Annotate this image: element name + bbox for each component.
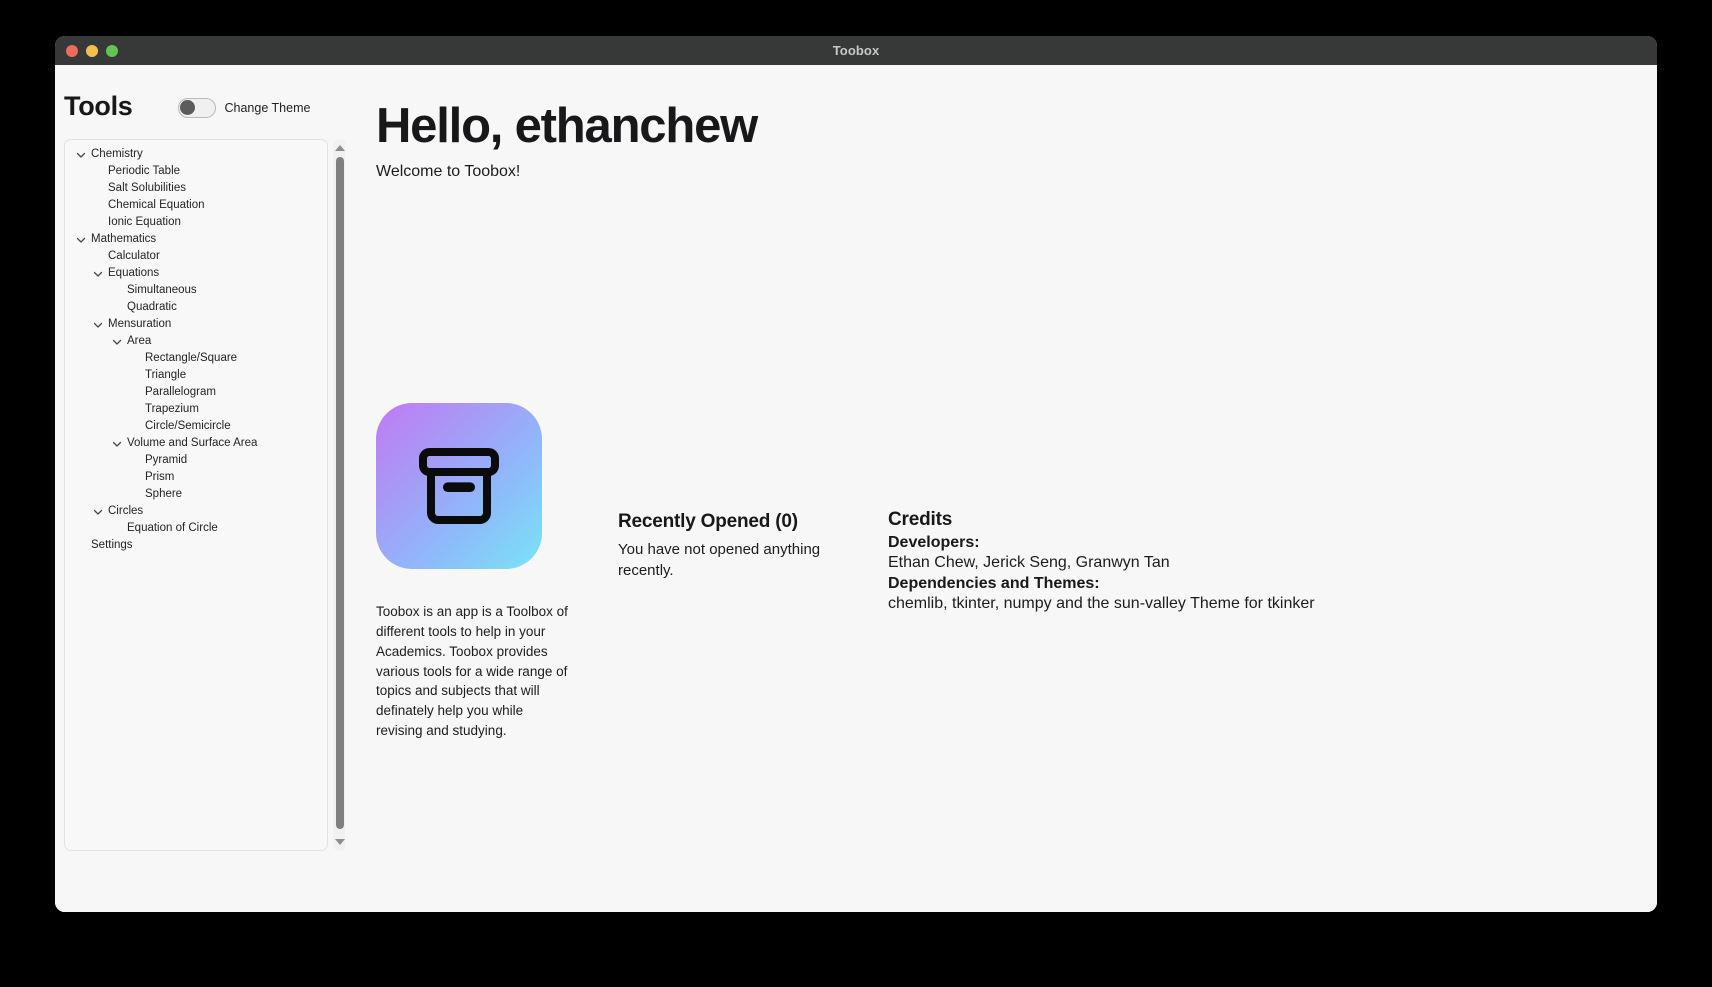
window-title: Toobox: [832, 43, 880, 58]
theme-toggle-group: Change Theme: [177, 97, 311, 118]
tree-item-salt-solubilities[interactable]: Salt Solubilities: [65, 180, 327, 197]
tree-item-prism[interactable]: Prism: [65, 469, 327, 486]
recently-opened-empty-message: You have not opened anything recently.: [618, 541, 821, 580]
tree-item-circle-semicircle[interactable]: Circle/Semicircle: [65, 418, 327, 435]
credits-section: Credits Developers: Ethan Chew, Jerick S…: [888, 403, 1315, 613]
tree-item-simultaneous[interactable]: Simultaneous: [65, 282, 327, 299]
tools-tree: Chemistry Periodic Table Salt Solubilities…: [65, 140, 327, 554]
tree-item-label: Sphere: [145, 487, 183, 500]
app-window: Toobox Tools Change Theme Chemistry Perio…: [55, 36, 1657, 912]
tree-item-equation-of-circle[interactable]: Equation of Circle: [65, 520, 327, 537]
chevron-down-icon[interactable]: [111, 438, 123, 450]
tree-item-mensuration[interactable]: Mensuration: [65, 316, 327, 333]
sidebar: Tools Change Theme Chemistry Periodic Tab…: [55, 65, 347, 912]
tree-item-quadratic[interactable]: Quadratic: [65, 299, 327, 316]
tree-item-triangle[interactable]: Triangle: [65, 367, 327, 384]
tree-item-label: Mathematics: [91, 232, 157, 245]
tree-item-volume-and-surface-area[interactable]: Volume and Surface Area: [65, 435, 327, 452]
sidebar-header: Tools Change Theme: [55, 65, 345, 125]
tree-item-equations[interactable]: Equations: [65, 265, 327, 282]
maximize-window-button[interactable]: [106, 44, 118, 57]
scrollbar-thumb[interactable]: [336, 157, 344, 829]
tree-item-label: Circles: [108, 504, 144, 517]
tree-item-label: Mensuration: [108, 317, 172, 330]
traffic-light-controls: [66, 36, 118, 65]
chevron-down-icon[interactable]: [75, 234, 87, 246]
tree-item-settings[interactable]: Settings: [65, 537, 327, 554]
tree-item-label: Trapezium: [145, 402, 199, 415]
chevron-down-icon[interactable]: [111, 336, 123, 348]
tree-item-label: Volume and Surface Area: [127, 436, 258, 449]
sidebar-title: Tools: [64, 90, 133, 121]
triangle-down-icon[interactable]: [335, 839, 345, 845]
tree-item-label: Quadratic: [127, 300, 177, 313]
tree-item-label: Rectangle/Square: [145, 351, 238, 364]
welcome-subtitle: Welcome to Toobox!: [376, 162, 521, 180]
tree-item-label: Chemical Equation: [108, 198, 205, 211]
dependencies-label: Dependencies and Themes:: [888, 575, 1100, 592]
recently-opened-title: Recently Opened (0): [618, 511, 798, 532]
minimize-window-button[interactable]: [86, 44, 98, 57]
tree-item-chemical-equation[interactable]: Chemical Equation: [65, 197, 327, 214]
about-section: Toobox is an app is a Toolbox of differe…: [376, 403, 576, 741]
tree-item-label: Area: [127, 334, 152, 347]
tree-item-ionic-equation[interactable]: Ionic Equation: [65, 214, 327, 231]
recently-opened-section: Recently Opened (0) You have not opened …: [618, 403, 833, 582]
tree-item-parallelogram[interactable]: Parallelogram: [65, 384, 327, 401]
credits-title: Credits: [888, 509, 953, 530]
tree-item-label: Salt Solubilities: [108, 181, 186, 194]
developers-label: Developers:: [888, 534, 980, 551]
tree-item-label: Chemistry: [91, 147, 143, 160]
tree-item-label: Equations: [108, 266, 160, 279]
about-description: Toobox is an app is a Toolbox of differe…: [376, 604, 568, 739]
toggle-knob: [179, 99, 195, 115]
developers-value: Ethan Chew, Jerick Seng, Granwyn Tan: [888, 554, 1170, 571]
content-panels: Toobox is an app is a Toolbox of differe…: [376, 403, 1637, 741]
chevron-down-icon[interactable]: [92, 506, 104, 518]
tree-item-label: Simultaneous: [127, 283, 197, 296]
page-title: Hello, ethanchew: [376, 99, 758, 153]
tree-item-sphere[interactable]: Sphere: [65, 486, 327, 503]
tree-item-rectangle-square[interactable]: Rectangle/Square: [65, 350, 327, 367]
window-titlebar: Toobox: [55, 36, 1657, 65]
tree-item-chemistry[interactable]: Chemistry: [65, 146, 327, 163]
chevron-down-icon[interactable]: [92, 268, 104, 280]
tree-item-label: Periodic Table: [108, 164, 181, 177]
change-theme-label: Change Theme: [224, 100, 311, 115]
archive-box-icon: [376, 403, 542, 569]
tree-item-label: Triangle: [145, 368, 187, 381]
tree-item-trapezium[interactable]: Trapezium: [65, 401, 327, 418]
tree-item-calculator[interactable]: Calculator: [65, 248, 327, 265]
window-body: Tools Change Theme Chemistry Periodic Tab…: [55, 65, 1657, 912]
chevron-down-icon[interactable]: [92, 319, 104, 331]
tree-item-mathematics[interactable]: Mathematics: [65, 231, 327, 248]
tree-item-periodic-table[interactable]: Periodic Table: [65, 163, 327, 180]
tree-item-label: Prism: [145, 470, 175, 483]
dependencies-value: chemlib, tkinter, numpy and the sun-vall…: [888, 595, 1315, 612]
tree-item-area[interactable]: Area: [65, 333, 327, 350]
tree-item-label: Equation of Circle: [127, 521, 218, 534]
change-theme-toggle[interactable]: [177, 97, 216, 118]
triangle-up-icon[interactable]: [335, 145, 345, 151]
chevron-down-icon[interactable]: [75, 149, 87, 161]
main-content: Hello, ethanchew Welcome to Toobox! Toob…: [345, 65, 1657, 912]
tools-tree-panel: Chemistry Periodic Table Salt Solubilities…: [64, 139, 328, 851]
close-window-button[interactable]: [66, 44, 78, 57]
tree-item-circles[interactable]: Circles: [65, 503, 327, 520]
tree-item-pyramid[interactable]: Pyramid: [65, 452, 327, 469]
tree-item-label: Settings: [91, 538, 133, 551]
tree-item-label: Parallelogram: [145, 385, 216, 398]
tree-item-label: Calculator: [108, 249, 160, 262]
tree-item-label: Circle/Semicircle: [145, 419, 231, 432]
tree-item-label: Pyramid: [145, 453, 188, 466]
tree-item-label: Ionic Equation: [108, 215, 181, 228]
